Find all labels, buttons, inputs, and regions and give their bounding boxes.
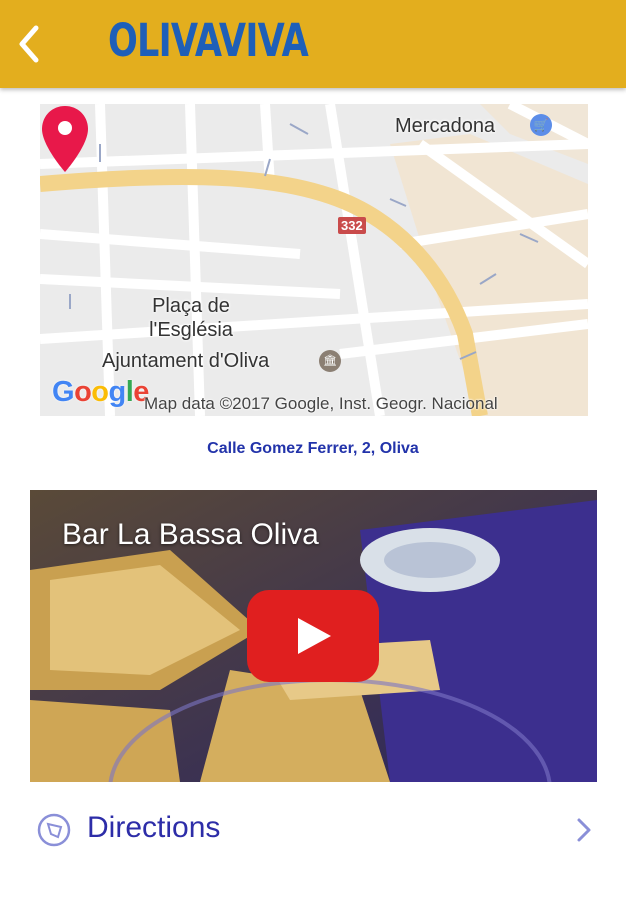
play-icon	[298, 618, 331, 654]
road-number-badge: 332	[338, 217, 366, 234]
shopping-cart-icon: 🛒	[530, 114, 552, 136]
compass-icon	[37, 813, 71, 847]
map-label-placa: Plaça de l'Església	[149, 295, 233, 341]
chevron-left-icon	[19, 25, 39, 63]
app-logo: OLIVAVIVA	[108, 14, 309, 67]
location-map[interactable]: Mercadona 🛒 332 Plaça de l'Església Ajun…	[40, 104, 588, 416]
chevron-right-icon	[577, 818, 591, 842]
map-marker-icon[interactable]	[40, 104, 90, 174]
directions-row[interactable]: Directions	[30, 800, 597, 860]
directions-label: Directions	[87, 811, 221, 844]
address-link[interactable]: Calle Gomez Ferrer, 2, Oliva	[0, 440, 626, 458]
map-label-mercadona: Mercadona	[395, 115, 496, 137]
video-player[interactable]: Bar La Bassa Oliva	[30, 490, 597, 782]
video-title: Bar La Bassa Oliva	[62, 518, 319, 551]
back-button[interactable]	[10, 22, 50, 66]
map-attribution: Map data ©2017 Google, Inst. Geogr. Naci…	[144, 394, 498, 413]
map-label-ajuntament: Ajuntament d'Oliva	[102, 350, 270, 372]
google-logo: Google	[52, 376, 149, 408]
play-button[interactable]	[247, 590, 379, 682]
app-header: OLIVAVIVA	[0, 0, 626, 88]
museum-icon: 🏛	[319, 350, 341, 372]
